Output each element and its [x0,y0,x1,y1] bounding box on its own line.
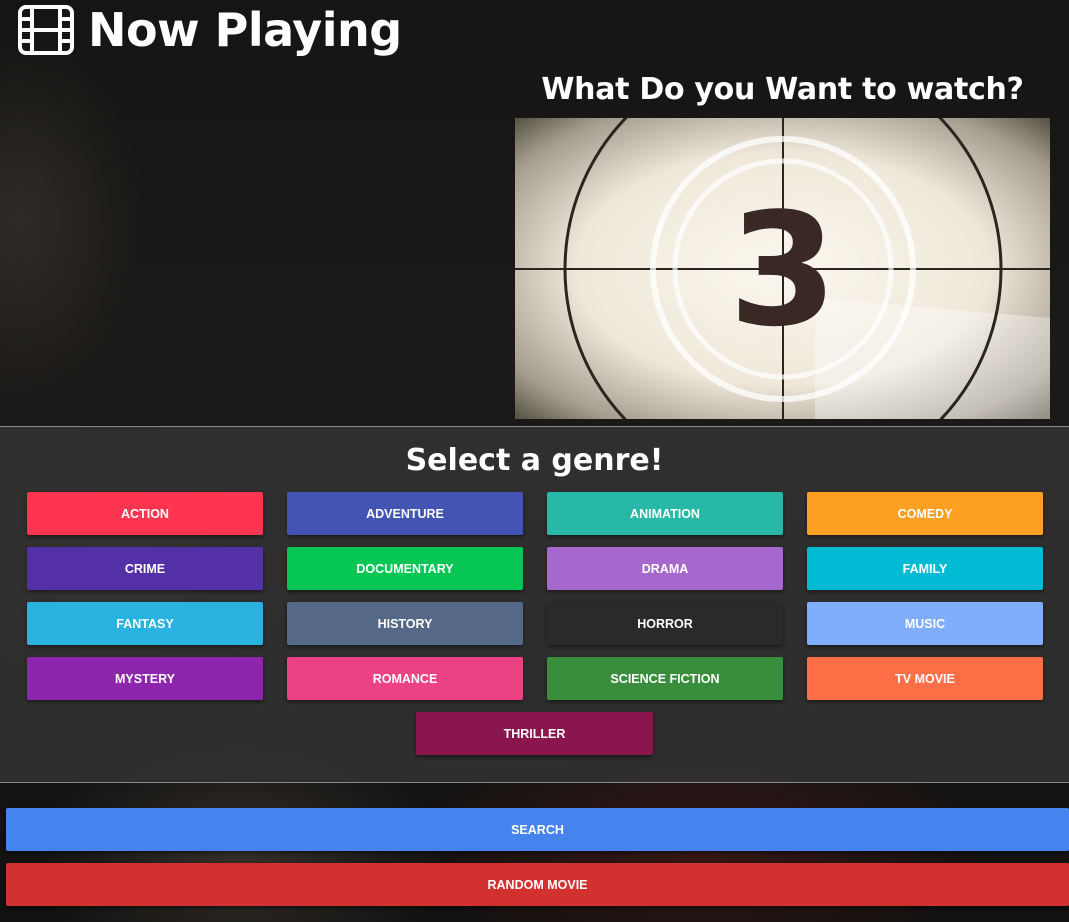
genre-heading: Select a genre! [405,443,664,478]
genre-button-family[interactable]: FAMILY [807,547,1043,590]
app-title: Now Playing [88,3,402,57]
genre-button-animation[interactable]: ANIMATION [547,492,783,535]
search-button[interactable]: SEARCH [6,808,1069,851]
watch-prompt-heading: What Do you Want to watch? [541,72,1024,107]
genre-button-drama[interactable]: DRAMA [547,547,783,590]
genre-button-mystery[interactable]: MYSTERY [27,657,263,700]
genre-panel: Select a genre! ACTION ADVENTURE ANIMATION… [0,426,1069,783]
random-movie-button[interactable]: RANDOM MOVIE [6,863,1069,906]
genre-button-music[interactable]: MUSIC [807,602,1043,645]
genre-button-fantasy[interactable]: FANTASY [27,602,263,645]
film-countdown-image: 3 [515,118,1050,419]
genre-button-action[interactable]: ACTION [27,492,263,535]
genre-button-tv-movie[interactable]: TV MOVIE [807,657,1043,700]
genre-button-comedy[interactable]: COMEDY [807,492,1043,535]
genre-grid: ACTION ADVENTURE ANIMATION COMEDY CRIME DOCUM… [27,492,1043,700]
genre-button-documentary[interactable]: DOCUMENTARY [287,547,523,590]
genre-button-adventure[interactable]: ADVENTURE [287,492,523,535]
app-header: Now Playing [18,2,402,58]
film-icon [18,5,74,55]
genre-button-science-fiction[interactable]: SCIENCE FICTION [547,657,783,700]
genre-button-history[interactable]: HISTORY [287,602,523,645]
genre-button-thriller[interactable]: THRILLER [416,712,653,755]
genre-button-romance[interactable]: ROMANCE [287,657,523,700]
genre-button-crime[interactable]: CRIME [27,547,263,590]
countdown-number: 3 [729,179,838,361]
genre-button-horror[interactable]: HORROR [547,602,783,645]
